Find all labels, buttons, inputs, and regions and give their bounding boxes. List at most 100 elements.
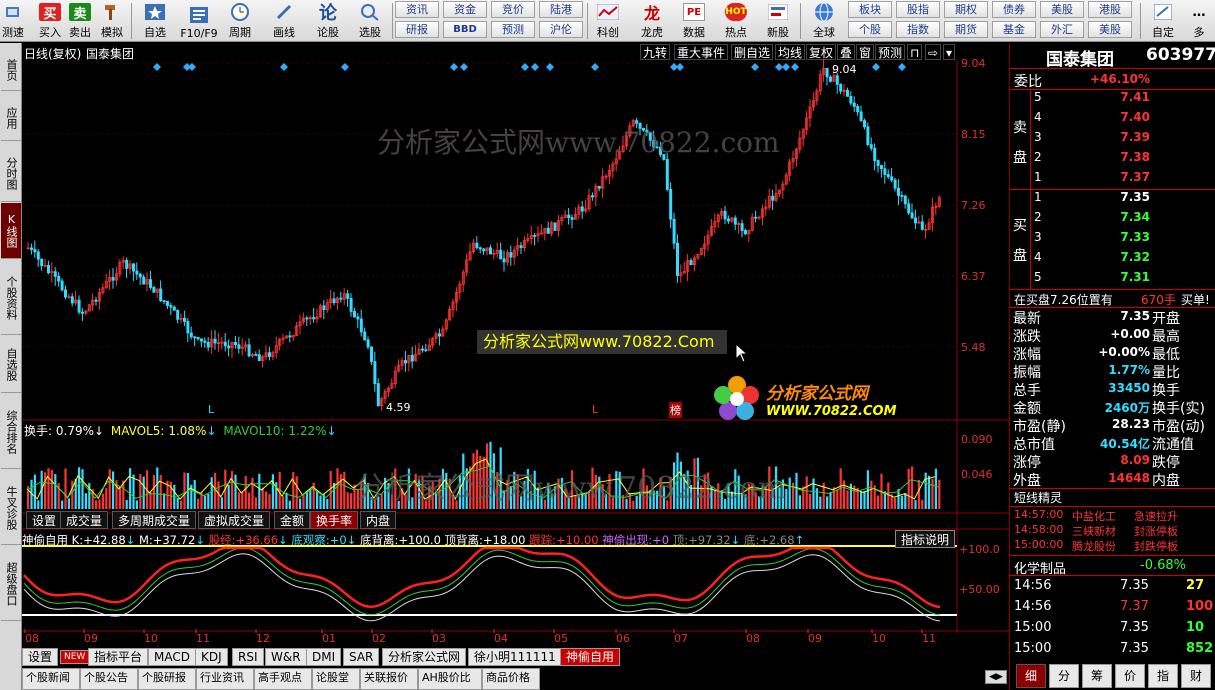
buy-button[interactable]: 买 买入: [37, 0, 63, 42]
left-tab-watchlist[interactable]: 自选股: [1, 337, 21, 393]
sector-button[interactable]: 板块: [848, 1, 892, 18]
short-stock[interactable]: 三峡新材: [1072, 523, 1116, 539]
quote-tab[interactable]: 财: [1181, 664, 1211, 688]
volume-bar: [316, 491, 319, 509]
indicator-tab[interactable]: 设置: [22, 648, 59, 666]
vol-tab[interactable]: 金额: [274, 511, 311, 529]
shanghai-london-button[interactable]: 沪伦: [539, 21, 583, 38]
stock-pick-button[interactable]: 选股: [352, 0, 388, 42]
quote-tab[interactable]: 筹: [1082, 664, 1112, 688]
news-tab[interactable]: 个股公告: [80, 668, 138, 690]
left-tab-timeshare[interactable]: 分时图: [1, 146, 21, 202]
us-stock-button[interactable]: 美股: [1088, 21, 1132, 38]
favorites-button[interactable]: 自选: [138, 0, 172, 42]
short-stock[interactable]: 中盐化工: [1072, 508, 1116, 524]
forecast-button[interactable]: 预测: [491, 21, 535, 38]
hk-stock-button[interactable]: 港股: [1088, 1, 1132, 18]
indicator-tab[interactable]: W&R: [265, 648, 307, 666]
quote-tab[interactable]: 细: [1016, 664, 1046, 688]
indicator-tab[interactable]: 指标平台: [88, 648, 149, 666]
speed-test-button[interactable]: 测速: [0, 0, 26, 42]
news-tab[interactable]: 高手观点: [254, 668, 312, 690]
period-button[interactable]: 周期: [222, 0, 258, 42]
auction-button[interactable]: 竞价: [491, 1, 535, 18]
bbd-button[interactable]: BBD: [443, 21, 487, 38]
scroll-arrows[interactable]: ◀▶: [985, 670, 1007, 684]
indicator-tab[interactable]: MACD: [148, 648, 196, 666]
left-tab-apps[interactable]: 应用: [1, 95, 21, 141]
individual-stock-button[interactable]: 个股: [848, 21, 892, 38]
news-tab[interactable]: 行业资讯: [196, 668, 254, 690]
left-tab-super-order[interactable]: 超级盘口: [1, 547, 21, 621]
sell-level-price: 7.39: [1120, 130, 1150, 144]
pencil-icon: [273, 3, 295, 21]
toolbar: 测速 买 买入 卖 卖出 模拟 自选 F10/F9 周期 画线 论 论股 选股 …: [0, 0, 1215, 42]
indicator-tab[interactable]: 徐小明111111: [468, 648, 562, 666]
quote-tab[interactable]: 分: [1049, 664, 1079, 688]
index-button[interactable]: 指数: [896, 21, 940, 38]
news-tab[interactable]: 个股研报: [138, 668, 196, 690]
sell-level-price: 7.38: [1120, 150, 1150, 164]
volume-bar: [938, 479, 941, 509]
candle-body: [410, 354, 414, 362]
indicator-tab[interactable]: 神偷自用: [560, 648, 621, 666]
quote-tab[interactable]: 价: [1115, 664, 1145, 688]
custom-button[interactable]: 自定: [1146, 0, 1180, 42]
uk-stock-button[interactable]: 美股: [1040, 1, 1084, 18]
f10-button[interactable]: F10/F9: [178, 0, 220, 42]
volume-bar: [350, 493, 353, 509]
left-tab-diagnosis[interactable]: 牛叉诊股: [1, 471, 21, 545]
fund-button[interactable]: 资金: [443, 1, 487, 18]
short-stock[interactable]: 腾龙股份: [1072, 538, 1116, 554]
hotspot-button[interactable]: HOT 热点: [718, 0, 754, 42]
bonds-button[interactable]: 债券: [992, 1, 1036, 18]
buy-level-price: 7.34: [1120, 210, 1150, 224]
vol-tab[interactable]: 设置: [26, 511, 63, 529]
candle-body: [254, 354, 258, 356]
new-stock-button[interactable]: 新股: [760, 0, 796, 42]
indicator-tab[interactable]: 分析家公式网: [382, 648, 467, 666]
futures-button[interactable]: 期货: [944, 21, 988, 38]
news-tab[interactable]: AH股价比: [418, 668, 482, 690]
news-tab[interactable]: 商品价格: [482, 668, 540, 690]
indicator-tab[interactable]: SAR: [343, 648, 380, 666]
news-tab[interactable]: 论股堂: [312, 668, 360, 690]
news-info-button[interactable]: 资讯: [395, 1, 439, 18]
global-button[interactable]: 全球: [804, 0, 844, 42]
vol-tab[interactable]: 换手率: [310, 511, 359, 529]
news-tab[interactable]: 个股新闻: [22, 668, 80, 690]
left-tab-home[interactable]: 首页: [1, 49, 21, 91]
indicator-tab[interactable]: DMI: [306, 648, 342, 666]
kechuang-button[interactable]: 科创: [590, 0, 626, 42]
research-button[interactable]: 研报: [395, 21, 439, 38]
options-button[interactable]: 期权: [944, 1, 988, 18]
indicator-tab[interactable]: KDJ: [195, 648, 228, 666]
indicator-tab[interactable]: NEW: [60, 650, 90, 664]
vol-tab[interactable]: 虚拟成交量: [198, 511, 271, 529]
quote-tab[interactable]: 指: [1148, 664, 1178, 688]
vol-tab[interactable]: 多周期成交量: [112, 511, 197, 529]
buy-level-price: 7.33: [1120, 230, 1150, 244]
funds-button[interactable]: 基金: [992, 21, 1036, 38]
news-tab[interactable]: 关联报价: [360, 668, 418, 690]
vol-tab[interactable]: 成交量: [60, 511, 109, 529]
left-tab-profile[interactable]: 个股资料: [1, 261, 21, 335]
simulate-button[interactable]: 模拟: [99, 0, 125, 42]
indicator-tab[interactable]: RSI: [232, 648, 264, 666]
vol-tab[interactable]: 内盘: [360, 511, 397, 529]
hk-connect-button[interactable]: 陆港: [539, 1, 583, 18]
discuss-button[interactable]: 论 论股: [310, 0, 346, 42]
draw-line-button[interactable]: 画线: [266, 0, 302, 42]
dragon-tiger-button[interactable]: 龙 龙虎: [634, 0, 670, 42]
sell-button[interactable]: 卖 卖出: [67, 0, 93, 42]
candle-body: [227, 345, 231, 349]
data-button[interactable]: PE 数据: [676, 0, 712, 42]
left-tab-kline[interactable]: K线图: [1, 203, 21, 259]
more-button[interactable]: … 多: [1184, 0, 1214, 42]
candle-body: [149, 279, 153, 288]
index-futures-button[interactable]: 股指: [896, 1, 940, 18]
left-tab-ranking[interactable]: 综合排名: [1, 395, 21, 469]
forex-button[interactable]: 外汇: [1040, 21, 1084, 38]
volume-bar: [866, 470, 869, 509]
indicator-explain-button[interactable]: 指标说明: [895, 530, 956, 548]
